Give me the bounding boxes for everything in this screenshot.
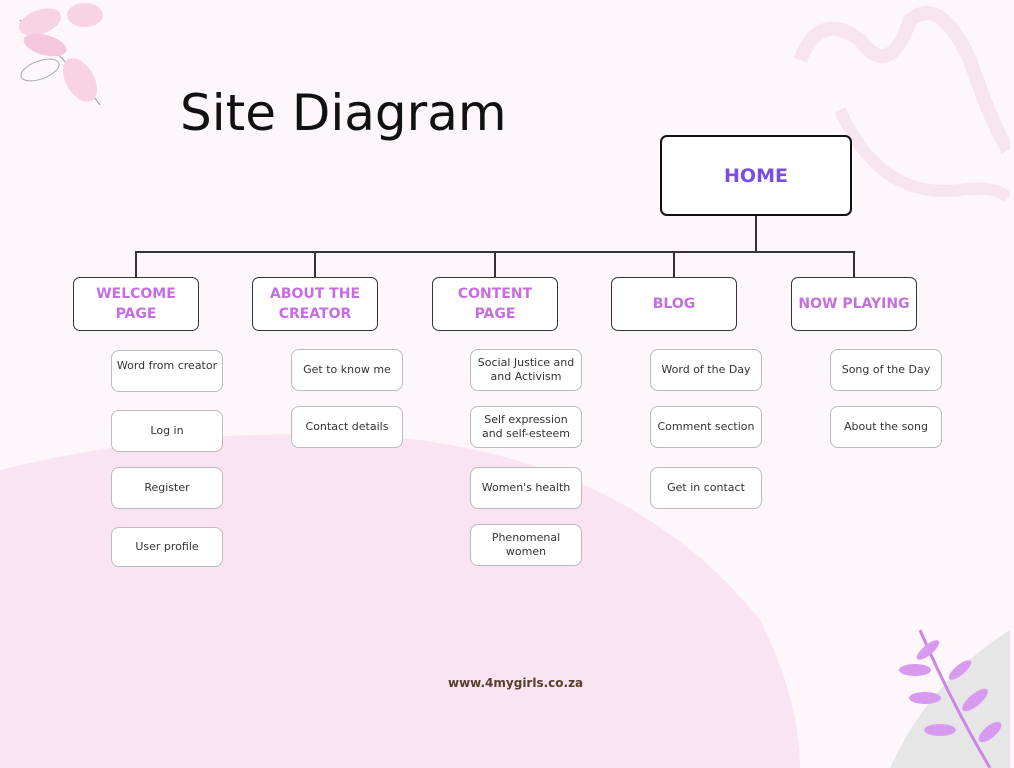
category-welcome-page: WELCOME PAGE bbox=[73, 277, 199, 331]
item-song-of-the-day: Song of the Day bbox=[830, 349, 942, 391]
item-phenomenal-women: Phenomenal women bbox=[470, 524, 582, 566]
item-word-of-the-day: Word of the Day bbox=[650, 349, 762, 391]
item-contact-details: Contact details bbox=[291, 406, 403, 448]
item-word-from-creator: Word from creator bbox=[111, 350, 223, 392]
connector-line bbox=[494, 251, 496, 277]
category-now-playing: NOW PLAYING bbox=[791, 277, 917, 331]
connector-line bbox=[135, 251, 137, 277]
category-content-page: CONTENT PAGE bbox=[432, 277, 558, 331]
connector-line bbox=[673, 251, 675, 277]
home-node: HOME bbox=[660, 135, 852, 216]
category-blog: BLOG bbox=[611, 277, 737, 331]
footer-url: www.4mygirls.co.za bbox=[448, 676, 584, 690]
item-womens-health: Women's health bbox=[470, 467, 582, 509]
item-user-profile: User profile bbox=[111, 527, 223, 567]
item-about-the-song: About the song bbox=[830, 406, 942, 448]
leaf-decoration-icon bbox=[18, 3, 103, 106]
leaf-branch-icon bbox=[890, 629, 1010, 768]
category-about-the-creator: ABOUT THE CREATOR bbox=[252, 277, 378, 331]
item-register: Register bbox=[111, 467, 223, 509]
item-log-in: Log in bbox=[111, 410, 223, 452]
item-self-expression: Self expression and self-esteem bbox=[470, 406, 582, 448]
item-comment-section: Comment section bbox=[650, 406, 762, 448]
item-social-justice: Social Justice and and Activism bbox=[470, 349, 582, 391]
connector-line bbox=[853, 251, 855, 277]
page-title: Site Diagram bbox=[180, 84, 507, 142]
connector-line bbox=[314, 251, 316, 277]
item-get-to-know-me: Get to know me bbox=[291, 349, 403, 391]
item-get-in-contact: Get in contact bbox=[650, 467, 762, 509]
connector-line bbox=[755, 216, 757, 252]
